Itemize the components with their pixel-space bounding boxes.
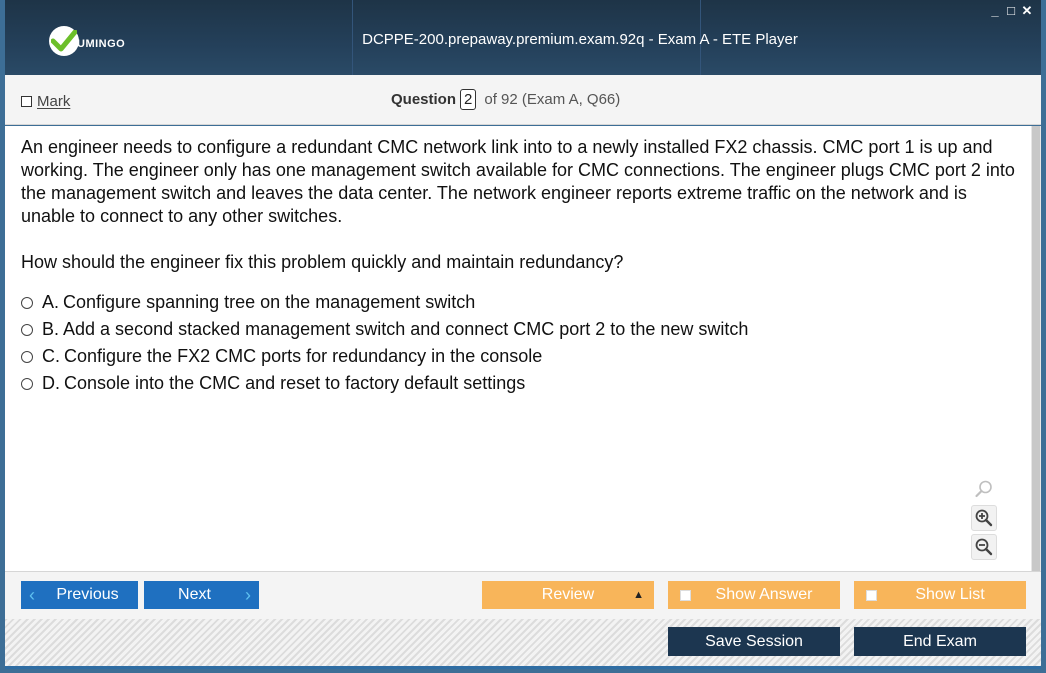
option-text: Console into the CMC and reset to factor… (64, 373, 526, 393)
review-label: Review (541, 586, 595, 603)
save-session-button[interactable]: Save Session (668, 627, 840, 656)
option-a[interactable]: A. Configure spanning tree on the manage… (21, 289, 748, 316)
question-counter: Question 2 of 92 (Exam A, Q66) (391, 89, 620, 110)
scrollbar-thumb[interactable] (1032, 126, 1040, 571)
question-prompt: How should the engineer fix this problem… (21, 252, 624, 272)
show-list-checkbox[interactable] (866, 589, 877, 601)
show-answer-label: Show Answer (715, 586, 813, 603)
app-window: UMINGO DCPPE-200.prepaway.premium.exam.9… (0, 0, 1046, 673)
search-icon[interactable] (971, 476, 997, 502)
option-a-radio[interactable] (21, 296, 33, 309)
option-letter: A. (42, 292, 60, 312)
window-title: DCPPE-200.prepaway.premium.exam.92q - Ex… (362, 31, 798, 48)
question-number-input[interactable]: 2 (460, 89, 477, 110)
title-bar: UMINGO DCPPE-200.prepaway.premium.exam.9… (5, 0, 1041, 75)
question-text: An engineer needs to configure a redunda… (21, 137, 1015, 226)
zoom-in-icon[interactable] (971, 505, 997, 531)
save-session-label: Save Session (705, 632, 803, 650)
show-answer-button[interactable]: Show Answer (668, 581, 840, 609)
question-header: Mark Question 2 of 92 (Exam A, Q66) (5, 75, 1041, 125)
maximize-button[interactable]: □ (1005, 4, 1017, 18)
option-c[interactable]: C. Configure the FX2 CMC ports for redun… (21, 343, 748, 370)
zoom-out-icon[interactable] (971, 534, 997, 560)
option-d-radio[interactable] (21, 377, 33, 390)
review-button[interactable]: Review ▲ (482, 581, 654, 609)
option-text: Add a second stacked management switch a… (63, 319, 749, 339)
next-label: Next (178, 586, 211, 603)
content-scrollbar[interactable] (1031, 126, 1041, 571)
option-text: Configure the FX2 CMC ports for redundan… (64, 346, 543, 366)
mark-checkbox-box[interactable] (21, 96, 32, 107)
bottom-edge (5, 666, 1041, 669)
previous-button[interactable]: ‹ Previous (21, 581, 138, 609)
caret-up-icon: ▲ (633, 589, 644, 601)
bottom-action-bar: Save Session End Exam (5, 619, 1041, 666)
previous-label: Previous (56, 586, 119, 603)
mark-label: Mark (37, 93, 71, 110)
show-answer-checkbox[interactable] (680, 589, 691, 601)
option-c-radio[interactable] (21, 350, 33, 363)
app-logo: UMINGO (49, 26, 125, 56)
question-of-total: of 92 (Exam A, Q66) (484, 91, 621, 108)
answer-options: A. Configure spanning tree on the manage… (21, 289, 748, 397)
show-list-button[interactable]: Show List (854, 581, 1026, 609)
end-exam-button[interactable]: End Exam (854, 627, 1026, 656)
option-b[interactable]: B. Add a second stacked management switc… (21, 316, 748, 343)
option-letter: D. (42, 373, 60, 393)
question-content: An engineer needs to configure a redunda… (5, 126, 1031, 571)
option-letter: B. (42, 319, 60, 339)
zoom-tools (971, 476, 1001, 563)
end-exam-label: End Exam (903, 632, 977, 650)
minimize-button[interactable]: _ (989, 4, 1001, 18)
next-button[interactable]: Next › (144, 581, 259, 609)
question-label: Question (391, 91, 457, 108)
option-letter: C. (42, 346, 60, 366)
chevron-left-icon: ‹ (29, 584, 35, 605)
checkmark-logo-icon (49, 26, 79, 56)
close-button[interactable]: ✕ (1021, 4, 1033, 18)
show-list-label: Show List (915, 586, 985, 603)
chevron-right-icon: › (245, 584, 251, 605)
window-controls: _ □ ✕ (989, 4, 1033, 18)
option-b-radio[interactable] (21, 323, 33, 336)
navigation-bar: ‹ Previous Next › Review ▲ Show Answer S… (5, 571, 1041, 619)
mark-checkbox[interactable]: Mark (21, 93, 70, 110)
logo-text: UMINGO (77, 38, 126, 50)
option-text: Configure spanning tree on the managemen… (63, 292, 476, 312)
option-d[interactable]: D. Console into the CMC and reset to fac… (21, 370, 748, 397)
